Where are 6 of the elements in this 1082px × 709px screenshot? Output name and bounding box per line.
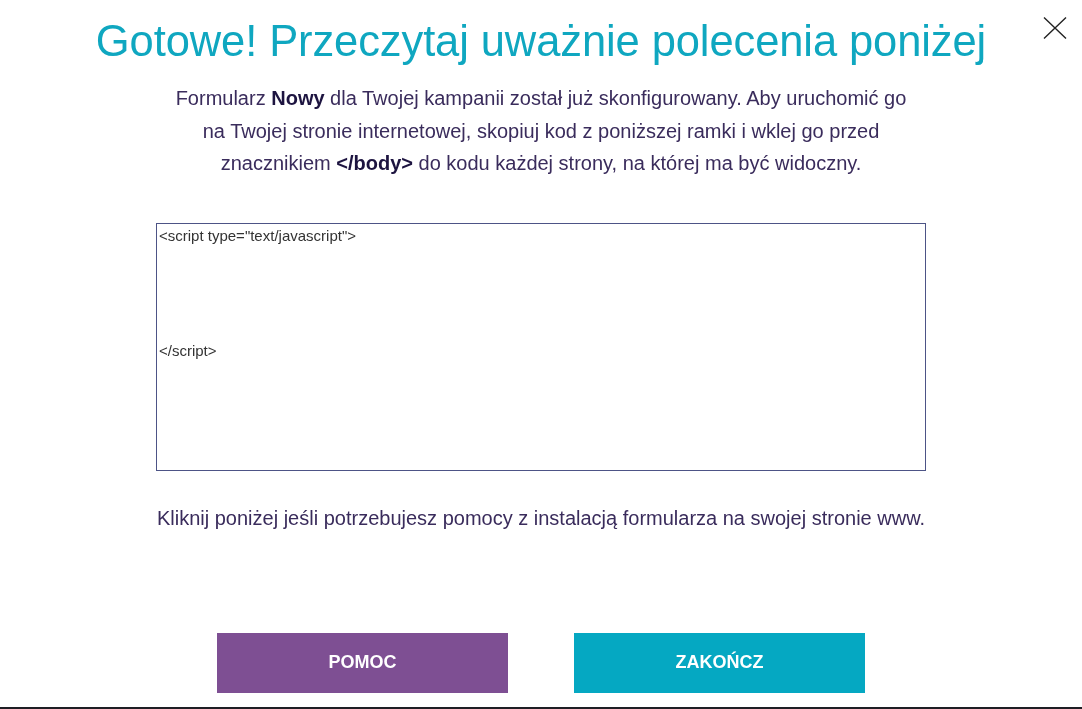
dialog-title: Gotowe! Przeczytaj uważnie polecenia poniżej — [95, 16, 987, 67]
instructions-text: Formularz Nowy dla Twojej kampanii został już skonfigurowany. Aby uruchomić go na Twojej stronie internetowej, skopiuj kod z poniższej ramki i wklej go przed znacznikiem </body> do kodu każdej strony, na której ma być widoczny. — [174, 86, 908, 176]
help-button[interactable]: POMOC — [217, 632, 508, 693]
help-text: Kliknij poniżej jeśli potrzebujesz pomocy z instalacją formularza na swojej stronie www. — [156, 505, 926, 531]
code-field[interactable]: <script type="text/javascript"> </script> — [156, 222, 926, 471]
close-icon[interactable] — [1043, 17, 1067, 39]
